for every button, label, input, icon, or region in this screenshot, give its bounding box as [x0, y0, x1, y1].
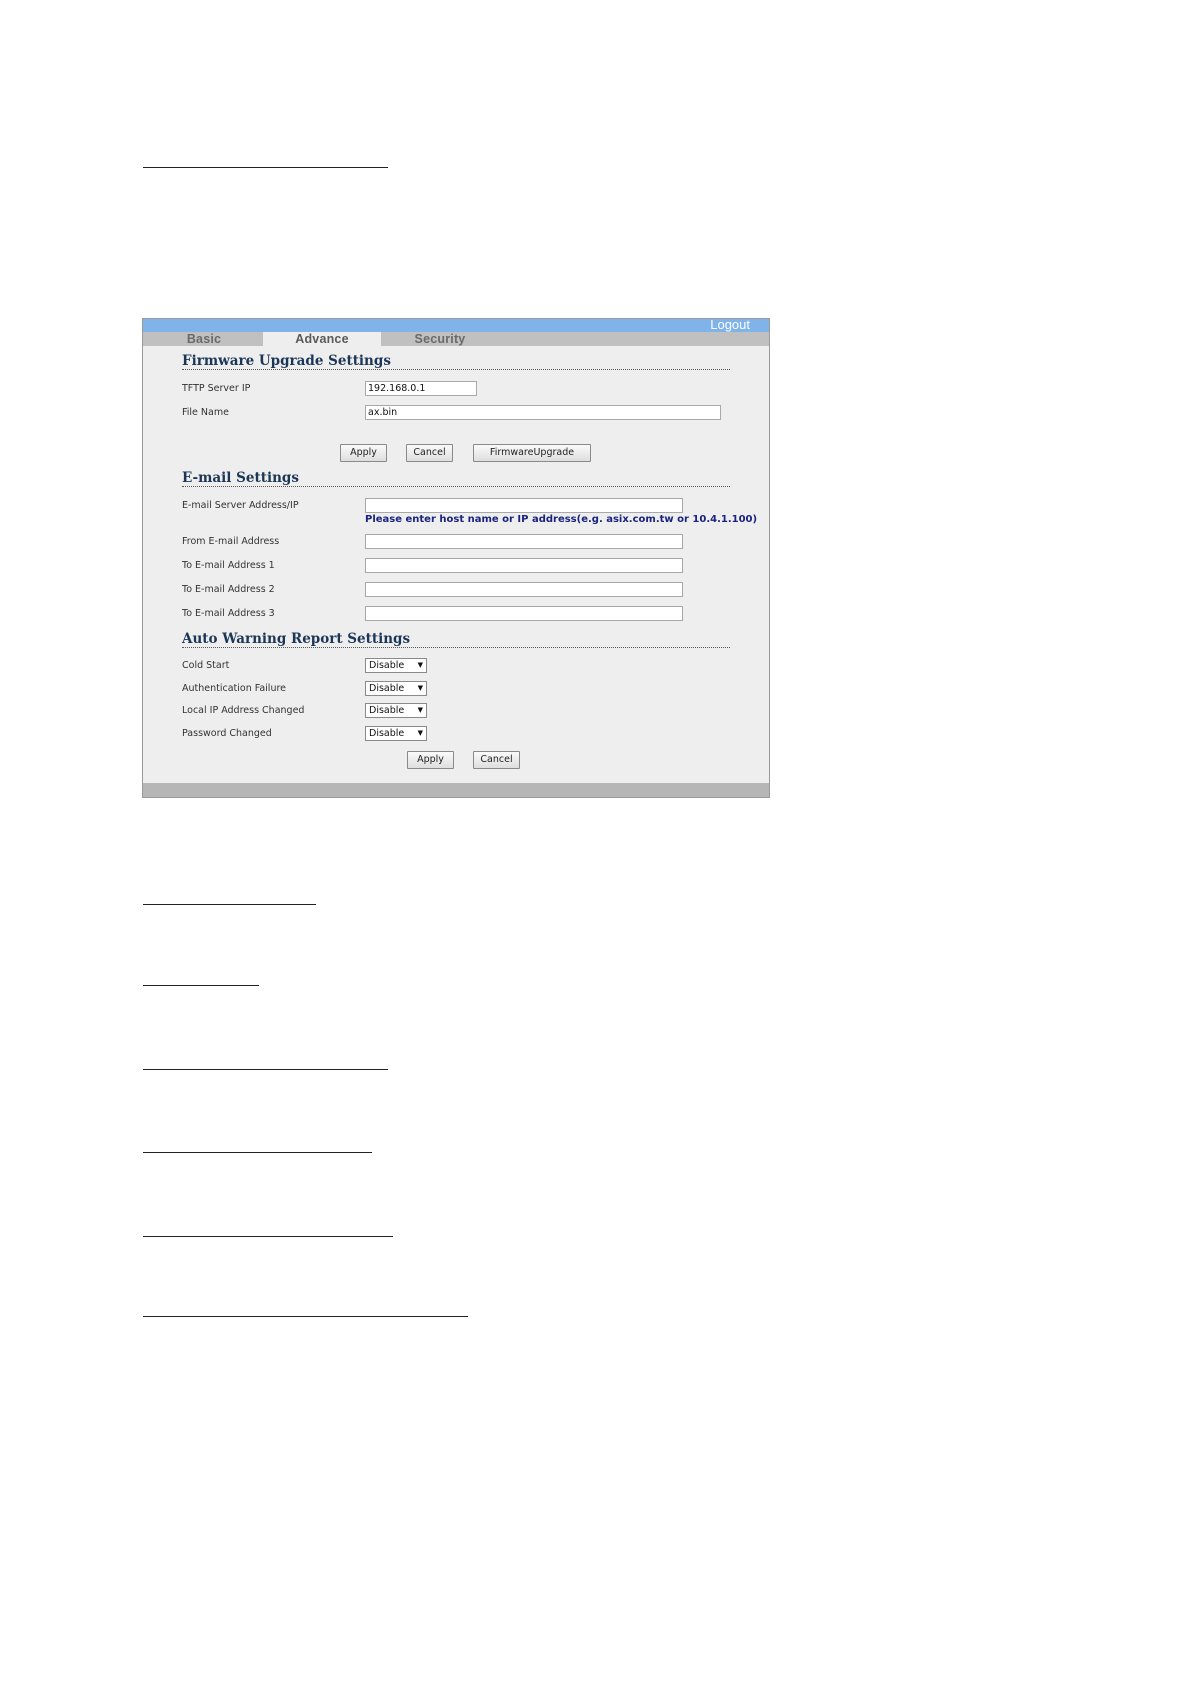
- warning-section-title: Auto Warning Report Settings: [182, 631, 411, 647]
- doc-heading-underline-1: [143, 167, 388, 168]
- tftp-server-ip-input[interactable]: 192.168.0.1: [365, 381, 477, 396]
- file-name-input[interactable]: ax.bin: [365, 405, 721, 420]
- tftp-server-ip-label: TFTP Server IP: [182, 383, 251, 394]
- doc-heading-underline-7: [143, 1316, 468, 1317]
- to-email-1-input[interactable]: [365, 558, 683, 573]
- to-email-2-label: To E-mail Address 2: [182, 584, 275, 595]
- tab-advance[interactable]: Advance: [263, 332, 381, 346]
- firmware-upgrade-button[interactable]: FirmwareUpgrade: [473, 444, 591, 462]
- email-section-title: E-mail Settings: [182, 470, 299, 486]
- firmware-divider: [182, 369, 730, 370]
- firmware-cancel-button[interactable]: Cancel: [406, 444, 453, 462]
- footer-bar: [143, 783, 769, 797]
- doc-heading-underline-4: [143, 1069, 388, 1070]
- firmware-apply-button[interactable]: Apply: [340, 444, 387, 462]
- firmware-section-title: Firmware Upgrade Settings: [182, 353, 391, 369]
- to-email-1-label: To E-mail Address 1: [182, 560, 275, 571]
- auth-failure-select[interactable]: Disable ▼: [365, 681, 427, 696]
- top-bar: Logout: [143, 317, 769, 332]
- password-changed-label: Password Changed: [182, 728, 272, 739]
- tab-bar: Basic Advance Security: [143, 332, 769, 346]
- warning-divider: [182, 647, 730, 648]
- auth-failure-value: Disable: [369, 683, 405, 694]
- warning-apply-button[interactable]: Apply: [407, 751, 454, 769]
- email-divider: [182, 486, 730, 487]
- password-changed-value: Disable: [369, 728, 405, 739]
- tab-basic[interactable]: Basic: [145, 332, 263, 346]
- tab-security[interactable]: Security: [381, 332, 499, 346]
- cold-start-value: Disable: [369, 660, 405, 671]
- local-ip-changed-select[interactable]: Disable ▼: [365, 703, 427, 718]
- password-changed-select[interactable]: Disable ▼: [365, 726, 427, 741]
- logout-link[interactable]: Logout: [710, 317, 750, 332]
- dropdown-arrow-icon: ▼: [417, 684, 423, 692]
- file-name-label: File Name: [182, 407, 229, 418]
- device-web-ui: Logout Basic Advance Security Firmware U…: [142, 317, 770, 798]
- doc-heading-underline-2: [143, 904, 316, 905]
- email-server-input[interactable]: [365, 498, 683, 513]
- from-email-label: From E-mail Address: [182, 536, 280, 547]
- doc-heading-underline-3: [143, 985, 259, 986]
- cold-start-select[interactable]: Disable ▼: [365, 658, 427, 673]
- local-ip-changed-label: Local IP Address Changed: [182, 705, 305, 716]
- from-email-input[interactable]: [365, 534, 683, 549]
- dropdown-arrow-icon: ▼: [417, 661, 423, 669]
- to-email-2-input[interactable]: [365, 582, 683, 597]
- email-server-hint: Please enter host name or IP address(e.g…: [365, 514, 758, 525]
- warning-cancel-button[interactable]: Cancel: [473, 751, 520, 769]
- email-server-label: E-mail Server Address/IP: [182, 500, 299, 511]
- local-ip-changed-value: Disable: [369, 705, 405, 716]
- dropdown-arrow-icon: ▼: [417, 706, 423, 714]
- auth-failure-label: Authentication Failure: [182, 683, 287, 694]
- cold-start-label: Cold Start: [182, 660, 230, 671]
- doc-heading-underline-5: [143, 1152, 372, 1153]
- doc-heading-underline-6: [143, 1236, 393, 1237]
- to-email-3-input[interactable]: [365, 606, 683, 621]
- dropdown-arrow-icon: ▼: [417, 729, 423, 737]
- to-email-3-label: To E-mail Address 3: [182, 608, 275, 619]
